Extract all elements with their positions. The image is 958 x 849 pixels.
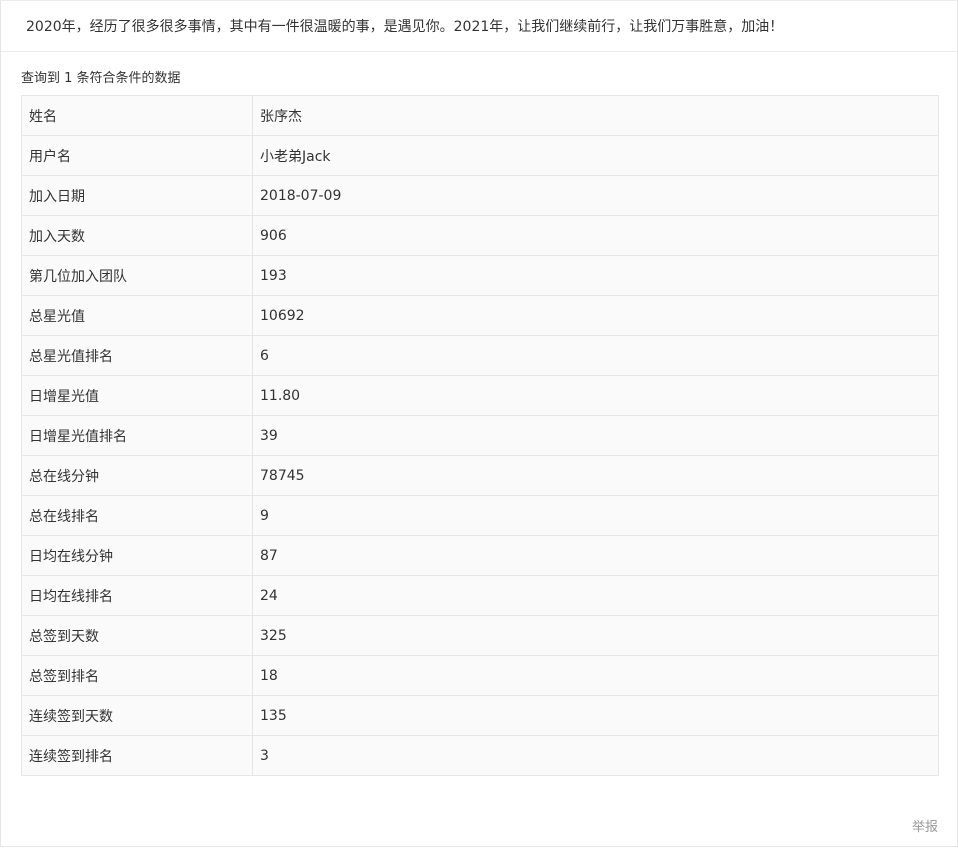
field-label: 用户名	[21, 135, 253, 176]
field-value: 11.80	[252, 375, 939, 416]
field-label: 第几位加入团队	[21, 255, 253, 296]
field-value: 39	[252, 415, 939, 456]
field-label: 总签到排名	[21, 655, 253, 696]
table-row: 姓名 张序杰	[21, 95, 939, 136]
table-row: 加入日期 2018-07-09	[21, 175, 939, 216]
field-value: 张序杰	[252, 95, 939, 136]
result-count-text: 查询到 1 条符合条件的数据	[21, 71, 181, 86]
field-label: 日均在线排名	[21, 575, 253, 616]
table-row: 总签到天数 325	[21, 615, 939, 656]
announcement-banner: 2020年，经历了很多很多事情，其中有一件很温暖的事，是遇见你。2021年，让我…	[1, 1, 957, 52]
field-label: 总星光值排名	[21, 335, 253, 376]
table-row: 总签到排名 18	[21, 655, 939, 696]
field-value: 10692	[252, 295, 939, 336]
announcement-text: 2020年，经历了很多很多事情，其中有一件很温暖的事，是遇见你。2021年，让我…	[26, 19, 784, 35]
field-value: 325	[252, 615, 939, 656]
table-row: 用户名 小老弟Jack	[21, 135, 939, 176]
table-row: 日增星光值排名 39	[21, 415, 939, 456]
table-row: 第几位加入团队 193	[21, 255, 939, 296]
field-label: 加入天数	[21, 215, 253, 256]
field-value: 906	[252, 215, 939, 256]
field-value: 2018-07-09	[252, 175, 939, 216]
report-link[interactable]: 举报	[912, 816, 938, 835]
field-label: 日增星光值排名	[21, 415, 253, 456]
field-label: 日增星光值	[21, 375, 253, 416]
page-container: 2020年，经历了很多很多事情，其中有一件很温暖的事，是遇见你。2021年，让我…	[0, 0, 958, 847]
table-row: 总在线排名 9	[21, 495, 939, 536]
field-label: 连续签到天数	[21, 695, 253, 736]
table-row: 日均在线排名 24	[21, 575, 939, 616]
table-row: 连续签到天数 135	[21, 695, 939, 736]
field-value: 193	[252, 255, 939, 296]
field-value: 87	[252, 535, 939, 576]
table-row: 连续签到排名 3	[21, 735, 939, 776]
table-row: 日增星光值 11.80	[21, 375, 939, 416]
field-value: 135	[252, 695, 939, 736]
table-row: 总星光值排名 6	[21, 335, 939, 376]
field-value: 小老弟Jack	[252, 135, 939, 176]
table-body: 姓名 张序杰 用户名 小老弟Jack 加入日期 2018-07-09 加入天数 906 第几位加…	[21, 95, 939, 776]
field-label: 加入日期	[21, 175, 253, 216]
table-row: 总在线分钟 78745	[21, 455, 939, 496]
field-value: 78745	[252, 455, 939, 496]
field-value: 3	[252, 735, 939, 776]
field-value: 18	[252, 655, 939, 696]
field-value: 9	[252, 495, 939, 536]
field-label: 总星光值	[21, 295, 253, 336]
table-row: 加入天数 906	[21, 215, 939, 256]
field-label: 连续签到排名	[21, 735, 253, 776]
field-label: 日均在线分钟	[21, 535, 253, 576]
field-label: 总在线排名	[21, 495, 253, 536]
field-label: 总在线分钟	[21, 455, 253, 496]
table-row: 日均在线分钟 87	[21, 535, 939, 576]
field-value: 24	[252, 575, 939, 616]
table-row: 总星光值 10692	[21, 295, 939, 336]
user-data-table: 姓名 张序杰 用户名 小老弟Jack 加入日期 2018-07-09 加入天数 906 第几位加…	[21, 95, 939, 776]
field-label: 总签到天数	[21, 615, 253, 656]
field-value: 6	[252, 335, 939, 376]
field-label: 姓名	[21, 95, 253, 136]
